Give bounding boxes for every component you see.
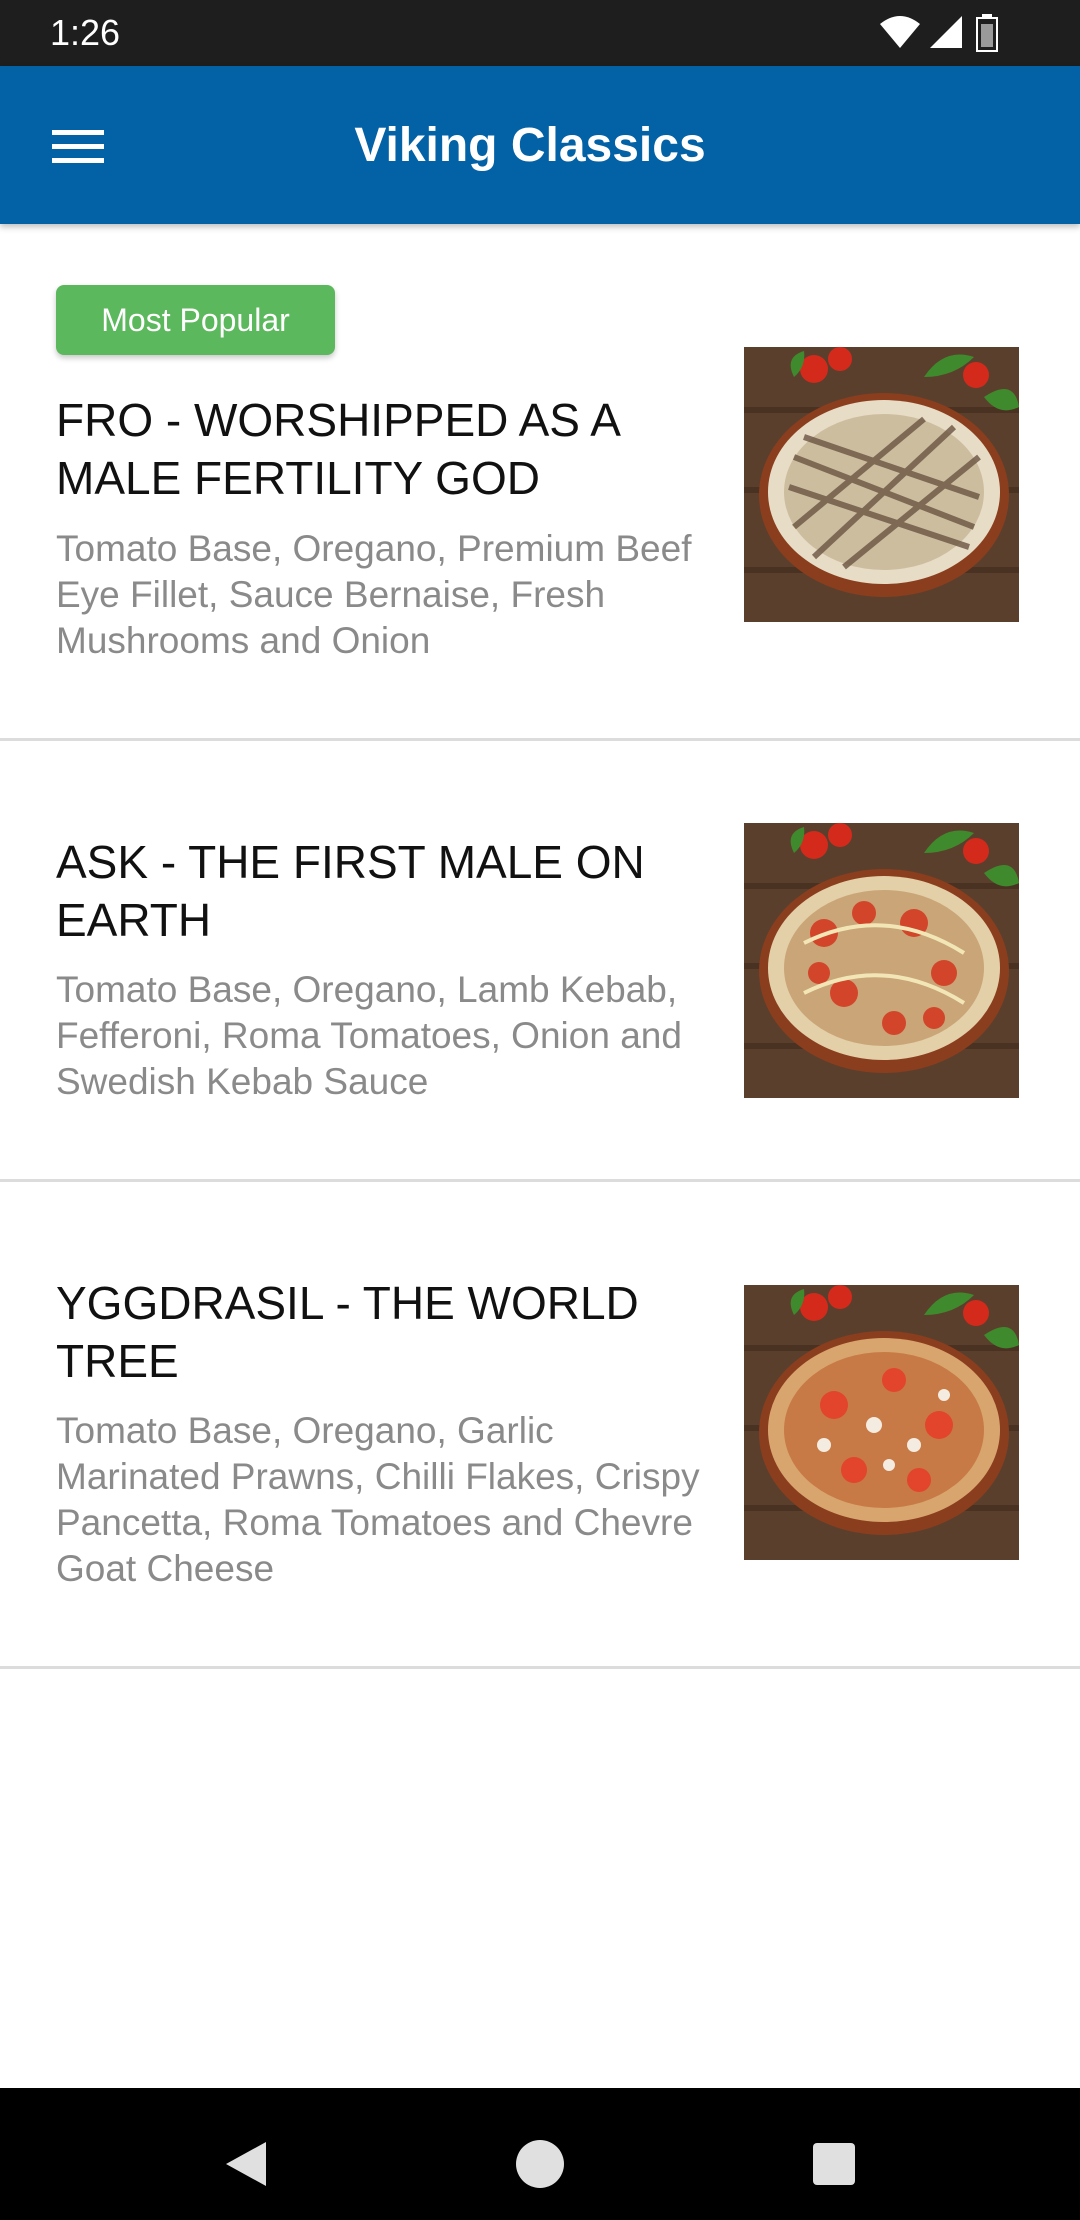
signal-icon bbox=[930, 16, 962, 48]
back-triangle-icon bbox=[226, 2142, 266, 2186]
system-navigation-bar bbox=[0, 2088, 1080, 2220]
item-title: ASK - THE FIRST MALE ON EARTH bbox=[56, 836, 645, 946]
status-bar: 1:26 bbox=[0, 0, 1080, 66]
recents-button[interactable] bbox=[794, 2124, 874, 2204]
back-button[interactable] bbox=[206, 2124, 286, 2204]
list-item[interactable]: YGGDRASIL - THE WORLD TREE Tomato Base, … bbox=[0, 1182, 1080, 1669]
pizza-image bbox=[744, 1285, 1019, 1560]
item-description: Tomato Base, Oregano, Lamb Kebab, Feffer… bbox=[56, 969, 682, 1102]
home-button[interactable] bbox=[500, 2124, 580, 2204]
item-description: Tomato Base, Oregano, Garlic Marinated P… bbox=[56, 1410, 700, 1589]
wifi-icon bbox=[880, 16, 920, 48]
battery-icon bbox=[976, 14, 998, 52]
list-item[interactable]: ASK - THE FIRST MALE ON EARTH Tomato Bas… bbox=[0, 741, 1080, 1182]
app-bar: Viking Classics bbox=[0, 66, 1080, 224]
most-popular-badge: Most Popular bbox=[56, 285, 335, 355]
menu-list: Most Popular FRO - WORSHIPPED AS A MALE … bbox=[0, 228, 1080, 1669]
pizza-image bbox=[744, 347, 1019, 622]
item-description: Tomato Base, Oregano, Premium Beef Eye F… bbox=[56, 528, 692, 661]
item-title: FRO - WORSHIPPED AS A MALE FERTILITY GOD bbox=[56, 394, 619, 504]
status-icons bbox=[878, 14, 1008, 54]
item-title: YGGDRASIL - THE WORLD TREE bbox=[56, 1277, 639, 1387]
status-time: 1:26 bbox=[50, 12, 121, 53]
recents-square-icon bbox=[813, 2143, 855, 2185]
list-item[interactable]: Most Popular FRO - WORSHIPPED AS A MALE … bbox=[0, 228, 1080, 741]
home-circle-icon bbox=[516, 2140, 564, 2188]
pizza-image bbox=[744, 823, 1019, 1098]
page-title: Viking Classics bbox=[354, 119, 706, 172]
